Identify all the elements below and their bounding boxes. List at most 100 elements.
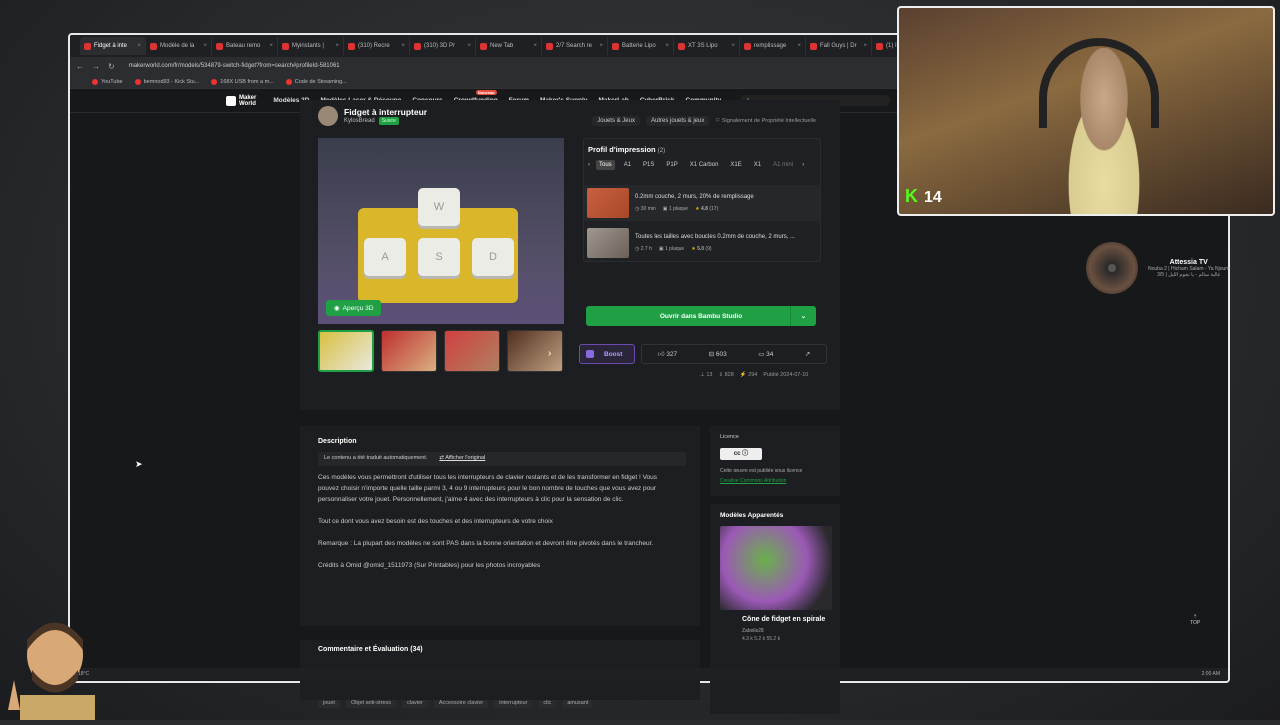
tab-favicon-icon: [348, 42, 355, 50]
key-s: S: [418, 238, 460, 276]
crumb-other-toys[interactable]: Autres jouets & jeux: [645, 116, 710, 126]
new-badge: Nouveau: [475, 90, 497, 95]
browser-tab[interactable]: Modèle de la ×: [146, 37, 212, 55]
plate-icon: ▣ 1 plaque: [662, 206, 689, 212]
chevron-left-icon[interactable]: ‹: [588, 162, 590, 168]
bookmark-icon: ⊟: [708, 351, 715, 358]
makerworld-logo[interactable]: Maker World: [226, 95, 256, 107]
bookmark-item[interactable]: bemnod93 - Kick Stu...: [134, 78, 199, 85]
profile-thumbnail: [587, 188, 629, 218]
follow-button[interactable]: Suivre: [378, 117, 399, 125]
boost-button[interactable]: Boost: [579, 344, 635, 364]
open-in-bambu-studio-button[interactable]: Ouvrir dans Bambu Studio ⌄: [586, 306, 816, 326]
profile-tab-all[interactable]: Tous: [596, 160, 615, 170]
profile-tab-p1p[interactable]: P1P: [663, 160, 680, 170]
like-button[interactable]: 👍︎ 327: [658, 350, 677, 358]
browser-tab[interactable]: Batterie Lipo ×: [608, 37, 674, 55]
collect-button[interactable]: ⊟ 603: [709, 350, 727, 358]
profile-tab-x1-carbon[interactable]: X1 Carbon: [687, 160, 722, 170]
close-icon[interactable]: ×: [599, 43, 603, 49]
profile-row[interactable]: 0.2mm couche, 2 murs, 20% de remplissage…: [584, 185, 820, 221]
system-clock[interactable]: 2:00 AM: [1202, 671, 1220, 677]
close-icon[interactable]: ×: [467, 43, 471, 49]
comment-button[interactable]: ▭ 34: [758, 350, 773, 358]
key-a: A: [364, 238, 406, 276]
key-w: W: [418, 188, 460, 226]
browser-tab[interactable]: (310) 3D Pr ×: [410, 37, 476, 55]
related-model-stats: 4.3 k 5.2 k 55.2 k: [742, 636, 781, 642]
related-model-image[interactable]: [720, 526, 832, 610]
back-to-top-button[interactable]: ⇡ TOP: [1190, 614, 1200, 626]
bookmark-item[interactable]: 168X USB from a m...: [211, 78, 274, 85]
browser-tab[interactable]: (310) Recre ×: [344, 37, 410, 55]
browser-tab[interactable]: New Tab ×: [476, 37, 542, 55]
close-icon[interactable]: ×: [269, 43, 273, 49]
author-avatar[interactable]: [318, 106, 338, 126]
auto-translation-note: Le contenu a été traduit automatiquement…: [318, 452, 686, 466]
back-icon[interactable]: ←: [76, 62, 84, 71]
close-icon[interactable]: ×: [401, 43, 405, 49]
crumb-toys[interactable]: Jouets & Jeux: [592, 116, 640, 126]
print-profile-panel: Profil d'impression (2) ‹ Tous A1 P1S P1…: [583, 138, 821, 262]
license-description: Cette œuvre est publiée sous licence: [720, 468, 803, 474]
description-card: Description Le contenu a été traduit aut…: [300, 426, 700, 708]
main-image[interactable]: W A S D ◉ Aperçu 3D: [318, 138, 564, 324]
license-link[interactable]: Creative Commons Attribution: [720, 478, 786, 484]
chevron-down-icon[interactable]: ⌄: [790, 306, 816, 326]
bookmark-item[interactable]: YouTube: [92, 78, 123, 85]
browser-tab[interactable]: Myinstants | ×: [278, 37, 344, 55]
model-card: Fidget à interrupteur KylosBread Suivre …: [300, 100, 840, 410]
model-page: Fidget à interrupteur KylosBread Suivre …: [300, 100, 848, 720]
reload-icon[interactable]: ↻: [108, 62, 115, 71]
author-name[interactable]: KylosBread: [344, 118, 375, 124]
close-icon[interactable]: ×: [797, 43, 801, 49]
browser-tab[interactable]: Bateau remo ×: [212, 37, 278, 55]
profile-tab-x1e[interactable]: X1E: [727, 160, 744, 170]
music-subtitle-ar: غالية سالم - يا نجوم الليل | 3/5: [1157, 271, 1221, 278]
close-icon[interactable]: ×: [335, 43, 339, 49]
clock-icon: ◷ 30 min: [635, 206, 656, 212]
browser-tab[interactable]: Fall Guys | Dr ×: [806, 37, 872, 55]
chevron-right-icon[interactable]: ›: [548, 348, 551, 359]
close-icon[interactable]: ×: [203, 43, 207, 49]
browser-tab[interactable]: Fidget à inte ×: [80, 37, 146, 55]
comment-icon: ▭: [758, 351, 765, 358]
bookmark-item[interactable]: Code de Streaming...: [285, 78, 347, 85]
profile-tabs: ‹ Tous A1 P1S P1P X1 Carbon X1E X1 A1 mi…: [588, 160, 804, 170]
thumbnail[interactable]: [507, 330, 563, 372]
description-text: Ces modèles vous permettront d'utiliser …: [318, 474, 658, 569]
profile-tab-a1[interactable]: A1: [621, 160, 634, 170]
title-row: Fidget à interrupteur KylosBread Suivre: [318, 106, 427, 126]
close-icon[interactable]: ×: [731, 43, 735, 49]
close-icon[interactable]: ×: [137, 43, 141, 49]
model-stats: ⊥ 13 ⇓ 828 ⚡ 294 Publié 2024-07-10: [700, 372, 808, 378]
close-icon[interactable]: ×: [863, 43, 867, 49]
profile-row[interactable]: Toutes les tailles avec boucles 0.2mm de…: [584, 225, 820, 261]
related-model-title[interactable]: Cône de fidget en spirale: [742, 616, 825, 623]
share-button[interactable]: ↗: [805, 350, 810, 358]
chevron-right-icon[interactable]: ›: [802, 162, 804, 168]
close-icon[interactable]: ×: [665, 43, 669, 49]
tab-favicon-icon: [84, 42, 91, 50]
streamer-webcam: [1049, 48, 1159, 214]
thumbnail[interactable]: [318, 330, 374, 372]
related-model-author[interactable]: Zabolis28: [742, 628, 764, 634]
bookmark-favicon-icon: [134, 78, 141, 85]
show-original-link[interactable]: ⇄ Afficher l'original: [439, 455, 485, 463]
report-link[interactable]: ⚐ Signalement de Propriété Intellectuell…: [715, 116, 816, 126]
profile-tab-a1-mini[interactable]: A1 mini: [770, 160, 796, 170]
streamer-avatar-cartoon: [0, 600, 110, 720]
browser-tab[interactable]: remplissage ×: [740, 37, 806, 55]
thumbnail[interactable]: [444, 330, 500, 372]
close-icon[interactable]: ×: [533, 43, 537, 49]
related-models-card: Modèles Apparentés Cône de fidget en spi…: [710, 504, 840, 714]
profile-tab-x1[interactable]: X1: [751, 160, 764, 170]
preview-3d-button[interactable]: ◉ Aperçu 3D: [326, 300, 382, 316]
tab-favicon-icon: [744, 42, 751, 50]
browser-tab[interactable]: 2/7 Search re ×: [542, 37, 608, 55]
boosts-stat: ⚡ 294: [739, 372, 758, 378]
profile-tab-p1s[interactable]: P1S: [640, 160, 657, 170]
browser-tab[interactable]: XT 3S Lipo ×: [674, 37, 740, 55]
forward-icon[interactable]: →: [92, 62, 100, 71]
thumbnail[interactable]: [381, 330, 437, 372]
